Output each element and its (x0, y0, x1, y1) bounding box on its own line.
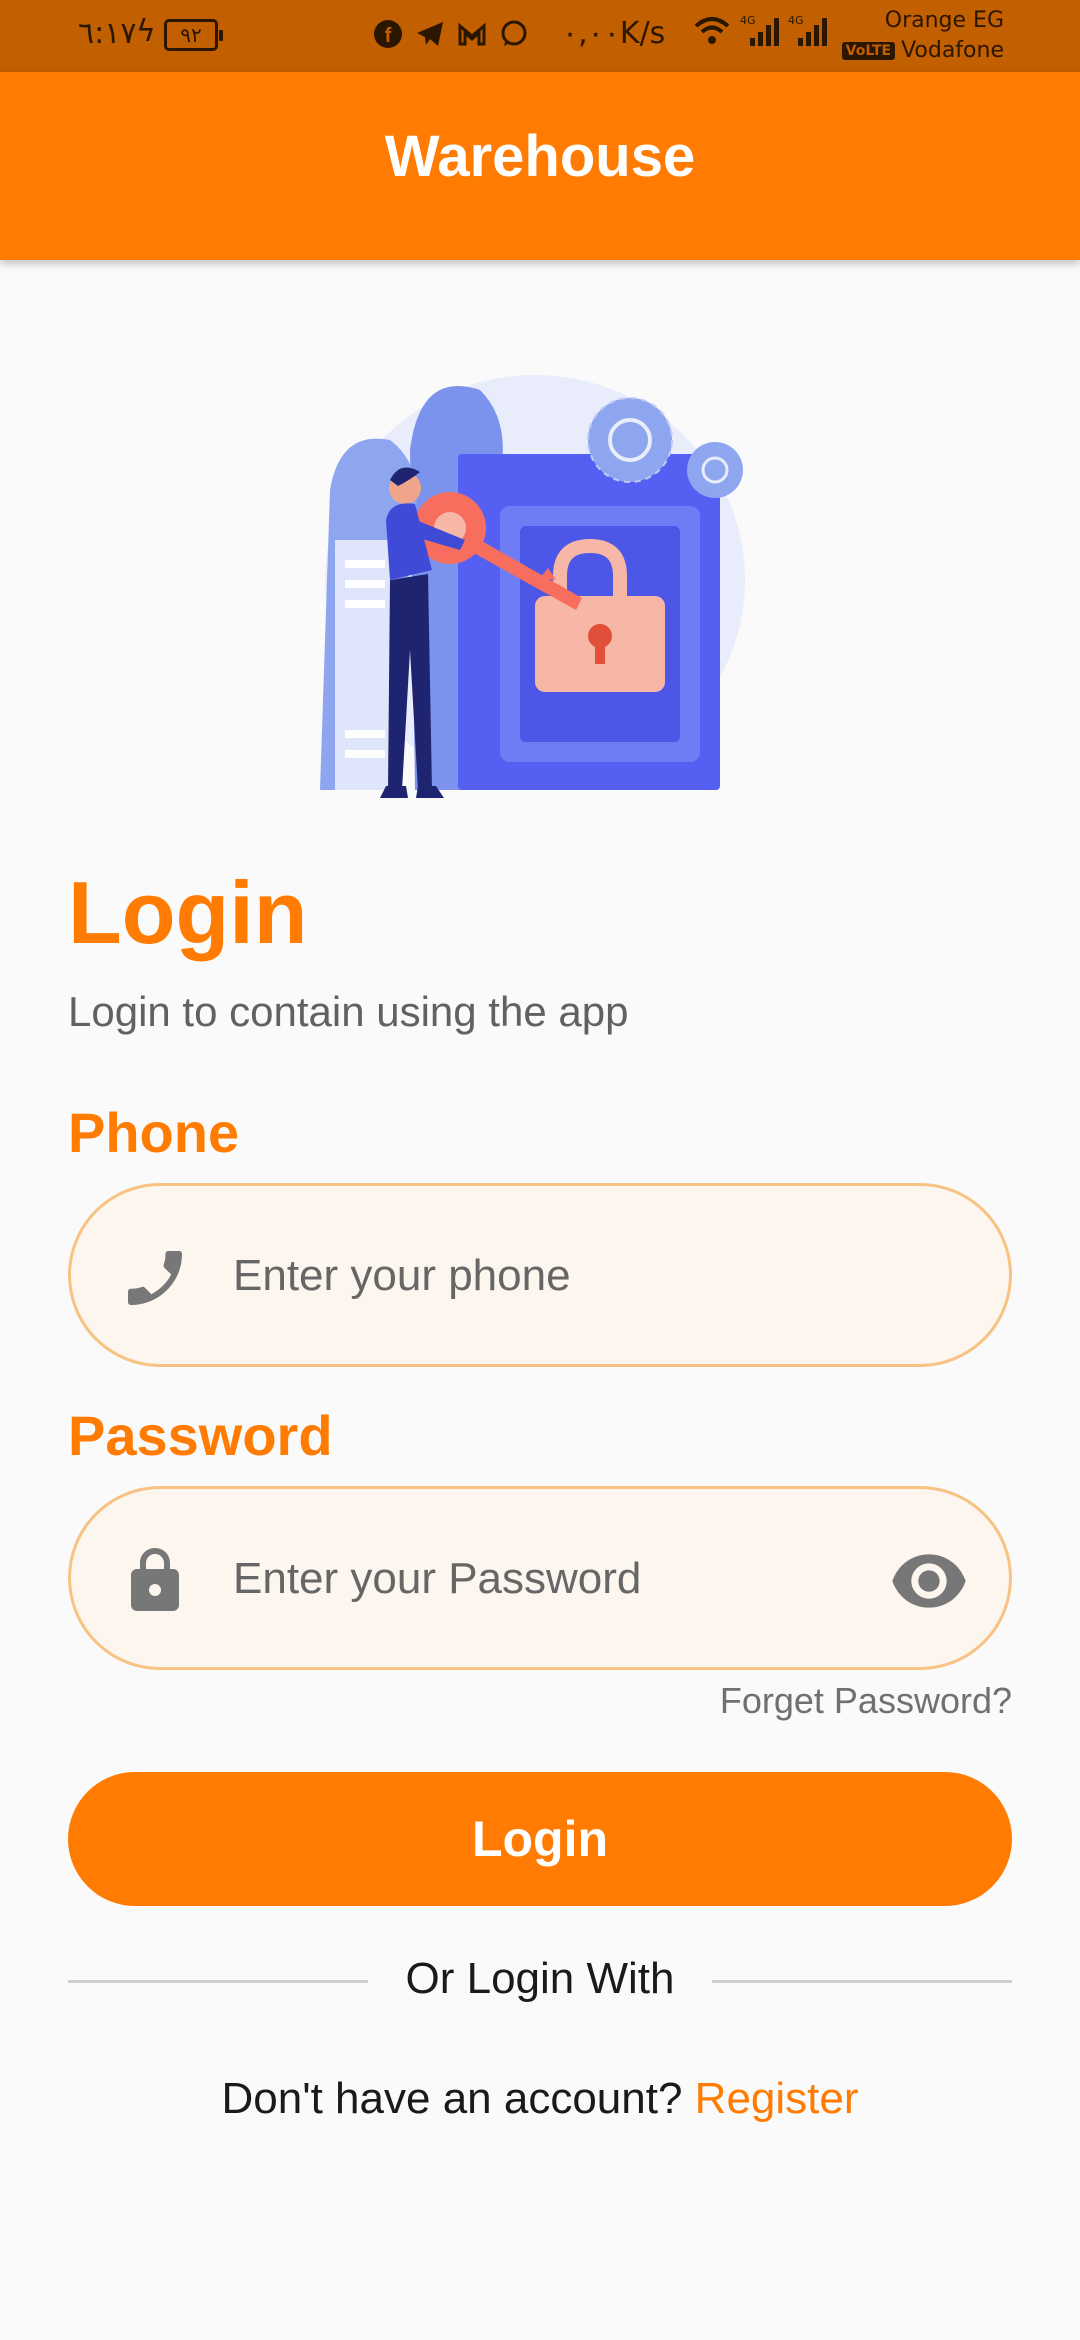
login-heading: Login (68, 863, 308, 962)
app-bar: Warehouse (0, 72, 1080, 260)
login-subheading: Login to contain using the app (68, 988, 629, 1035)
lock-icon (131, 1548, 179, 1611)
status-time: ٦:١٧ (78, 16, 137, 51)
divider-line-right (712, 1980, 1012, 1983)
phone-label: Phone (68, 1101, 240, 1164)
whatsapp-icon (498, 18, 530, 50)
phone-input[interactable] (231, 1226, 871, 1326)
or-login-with-text: Or Login With (405, 1954, 675, 2003)
gmail-icon (456, 18, 488, 50)
cell-signal-icon: 4G (740, 14, 779, 46)
password-input[interactable] (231, 1529, 871, 1629)
wifi-icon (694, 17, 730, 44)
password-label: Password (68, 1404, 333, 1467)
carrier-info: Orange EG VoLTE Vodafone (841, 6, 1004, 66)
carrier-2-row: VoLTE Vodafone (841, 36, 1004, 66)
notification-icons: f (372, 18, 530, 50)
network-speed: ٠,٠٠K/s (562, 16, 666, 51)
phone-icon (128, 1251, 182, 1305)
svg-text:4G: 4G (740, 14, 756, 27)
register-row: Don't have an account? Register (0, 2074, 1080, 2124)
telegram-icon (414, 18, 446, 50)
cell-signal-icon-2: 4G (788, 14, 827, 46)
carrier-2: Vodafone (901, 38, 1004, 63)
svg-text:4G: 4G (788, 14, 804, 27)
password-field[interactable] (68, 1486, 1012, 1670)
battery-icon: ٩٢ (164, 19, 223, 51)
volte-badge: VoLTE (841, 42, 896, 60)
carrier-1: Orange EG (884, 8, 1004, 33)
charging-icon: ϟ (136, 14, 156, 49)
login-button[interactable]: Login (68, 1772, 1012, 1906)
login-illustration (320, 375, 745, 798)
svg-text:f: f (385, 25, 392, 47)
phone-field[interactable] (68, 1183, 1012, 1367)
signal-indicators: 4G 4G (692, 14, 828, 48)
register-link[interactable]: Register (695, 2074, 859, 2123)
app-title: Warehouse (384, 123, 696, 189)
or-login-with-divider: Or Login With (68, 1954, 1012, 2014)
status-bar: ٦:١٧ ϟ ٩٢ f ٠,٠٠K/s 4G 4G Orange EG VoLT… (0, 0, 1080, 72)
eye-icon[interactable] (889, 1547, 969, 1615)
no-account-text: Don't have an account? (221, 2074, 683, 2123)
forget-password-link[interactable]: Forget Password? (720, 1680, 1012, 1722)
facebook-icon: f (372, 18, 404, 50)
